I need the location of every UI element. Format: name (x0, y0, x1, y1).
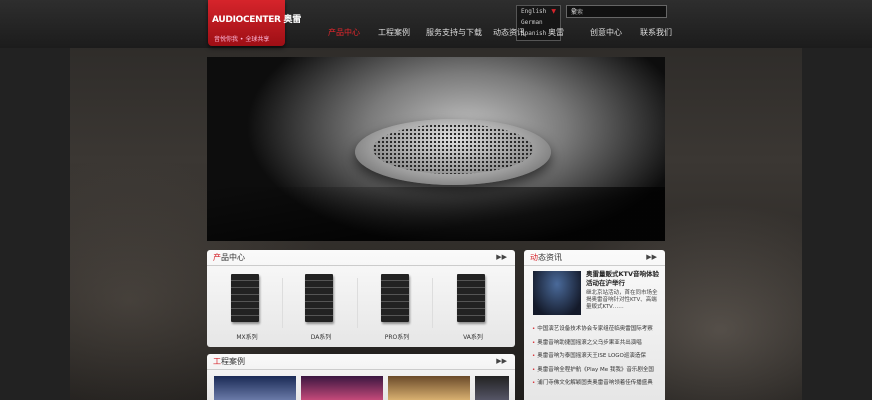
case-thumbnail[interactable] (301, 376, 383, 400)
product-va[interactable]: VA系列 (443, 274, 503, 342)
products-more-icon[interactable]: ▶▶ (496, 250, 507, 265)
search-icon[interactable]: ⚲ (571, 7, 663, 15)
nav-item-creative[interactable]: 创意中心 (590, 27, 622, 38)
nav-item-news[interactable]: 动态资讯 (493, 27, 525, 38)
cases-panel-header: 工程案例 ▶▶ (207, 354, 515, 370)
bullet-icon: • (532, 353, 536, 359)
news-more-icon[interactable]: ▶▶ (646, 250, 657, 265)
bullet-icon: • (532, 380, 536, 386)
news-item[interactable]: • 奥雷音响助捷国摇滚之父乌步果亚共出演唱 (532, 338, 664, 346)
case-thumbnail[interactable] (475, 376, 509, 400)
cases-panel-title[interactable]: 工程案例 (213, 354, 245, 369)
news-item[interactable]: • 奥雷音响全程护航《Play Me 我我》音乐剧全国 (532, 365, 664, 373)
news-panel: 动态资讯 ▶▶ 奥雷量贩式KTV音响体验活动在沪举行 继北京站活动，首在同市场全… (524, 250, 665, 400)
news-panel-title[interactable]: 动态资讯 (530, 250, 562, 265)
product-pro[interactable]: PRO系列 (367, 274, 427, 342)
products-panel-header: 产品中心 ▶▶ (207, 250, 515, 266)
news-featured-desc: 继北京站活动，首在同市场全揭奥雷音响针对性KTV、高端量贩式KTV…… (586, 290, 658, 310)
product-label: VA系列 (463, 334, 483, 341)
site-logo[interactable]: AUDIOCENTER 奥雷 音悦你我 • 全球共享 (208, 0, 301, 46)
divider (432, 278, 433, 328)
nav-item-products[interactable]: 产品中心 (328, 27, 360, 38)
news-item[interactable]: • 浦门寺佛文化解颖固贵奥雷音响领着佳传播盛典 (532, 378, 664, 386)
nav-item-cases[interactable]: 工程案例 (378, 27, 410, 38)
news-featured-image[interactable] (533, 271, 581, 315)
bullet-icon: • (532, 367, 536, 373)
speaker-cabinet-image (305, 274, 333, 322)
news-panel-header: 动态资讯 ▶▶ (524, 250, 665, 266)
news-featured-title[interactable]: 奥雷量贩式KTV音响体验活动在沪举行 (586, 270, 660, 288)
news-item[interactable]: • 奥雷音响为泰国摇滚天王ISE LOGO巡演造保 (532, 351, 664, 359)
speaker-cabinet-image (457, 274, 485, 322)
case-thumbnail[interactable] (214, 376, 296, 400)
dashboard-shadow (207, 187, 665, 241)
case-thumbnail[interactable] (388, 376, 470, 400)
logo-text: AUDIOCENTER 奥雷 (212, 15, 301, 25)
hero-banner-speaker-image[interactable] (207, 57, 665, 241)
product-label: DA系列 (310, 334, 332, 341)
product-mx[interactable]: MX系列 (217, 274, 277, 342)
logo-slogan: 音悦你我 • 全球共享 (214, 36, 270, 43)
nav-item-support[interactable]: 服务支持与下载 (426, 27, 482, 38)
product-da[interactable]: DA系列 (291, 274, 351, 342)
top-bar (0, 0, 872, 48)
divider (357, 278, 358, 328)
search-input[interactable]: 搜索 ⚲ (566, 5, 667, 18)
products-panel: 产品中心 ▶▶ MX系列 DA系列 PRO系列 VA系列 (207, 250, 515, 347)
news-item[interactable]: • 中国演艺设备技术协会专家组莅临奥雷国际考察 (532, 324, 664, 332)
product-label: MX系列 (236, 334, 258, 341)
left-margin (0, 0, 70, 400)
bullet-icon: • (532, 326, 536, 332)
dropdown-arrow-icon[interactable]: ▼ (551, 8, 556, 15)
cases-more-icon[interactable]: ▶▶ (496, 354, 507, 369)
right-margin (802, 0, 872, 400)
divider (282, 278, 283, 328)
nav-item-contact[interactable]: 联系我们 (640, 27, 672, 38)
speaker-cabinet-image (381, 274, 409, 322)
bullet-icon: • (532, 340, 536, 346)
products-panel-title[interactable]: 产品中心 (213, 250, 245, 265)
speaker-grille (373, 124, 533, 174)
product-label: PRO系列 (384, 334, 410, 341)
speaker-cabinet-image (231, 274, 259, 322)
nav-item-aorei[interactable]: 奥雷 (548, 27, 564, 38)
